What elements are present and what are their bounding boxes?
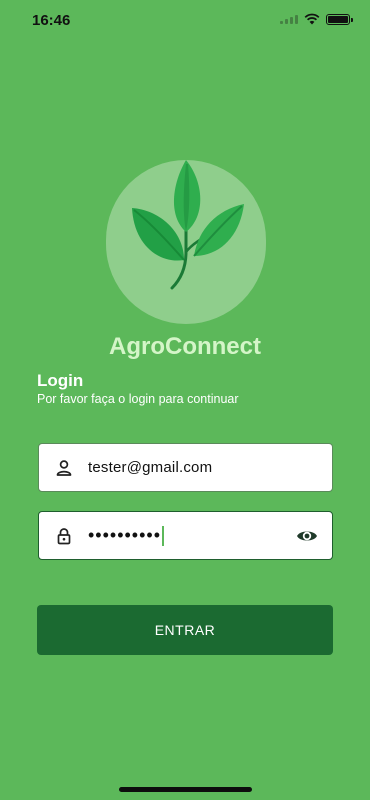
- lock-icon: [57, 528, 71, 545]
- eye-icon[interactable]: [296, 527, 318, 545]
- email-field[interactable]: tester@gmail.com: [38, 443, 333, 492]
- person-icon: [56, 460, 72, 476]
- login-button[interactable]: ENTRAR: [37, 605, 333, 655]
- text-caret: [162, 526, 165, 547]
- page-subtitle: Por favor faça o login para continuar: [37, 392, 239, 406]
- cellular-signal-icon: [280, 14, 298, 24]
- app-name: AgroConnect: [109, 333, 261, 360]
- password-field[interactable]: ••••••••••: [38, 511, 333, 560]
- leaf-icon: [132, 160, 244, 290]
- status-icons: [280, 13, 353, 25]
- page-title: Login: [37, 371, 84, 390]
- wifi-icon: [304, 13, 320, 25]
- email-value: tester@gmail.com: [88, 459, 213, 476]
- home-indicator: [119, 787, 252, 792]
- password-value: ••••••••••: [88, 525, 165, 547]
- app-logo: [106, 160, 266, 324]
- battery-icon: [326, 13, 353, 25]
- status-bar: 16:46: [0, 0, 370, 40]
- status-time: 16:46: [32, 12, 71, 29]
